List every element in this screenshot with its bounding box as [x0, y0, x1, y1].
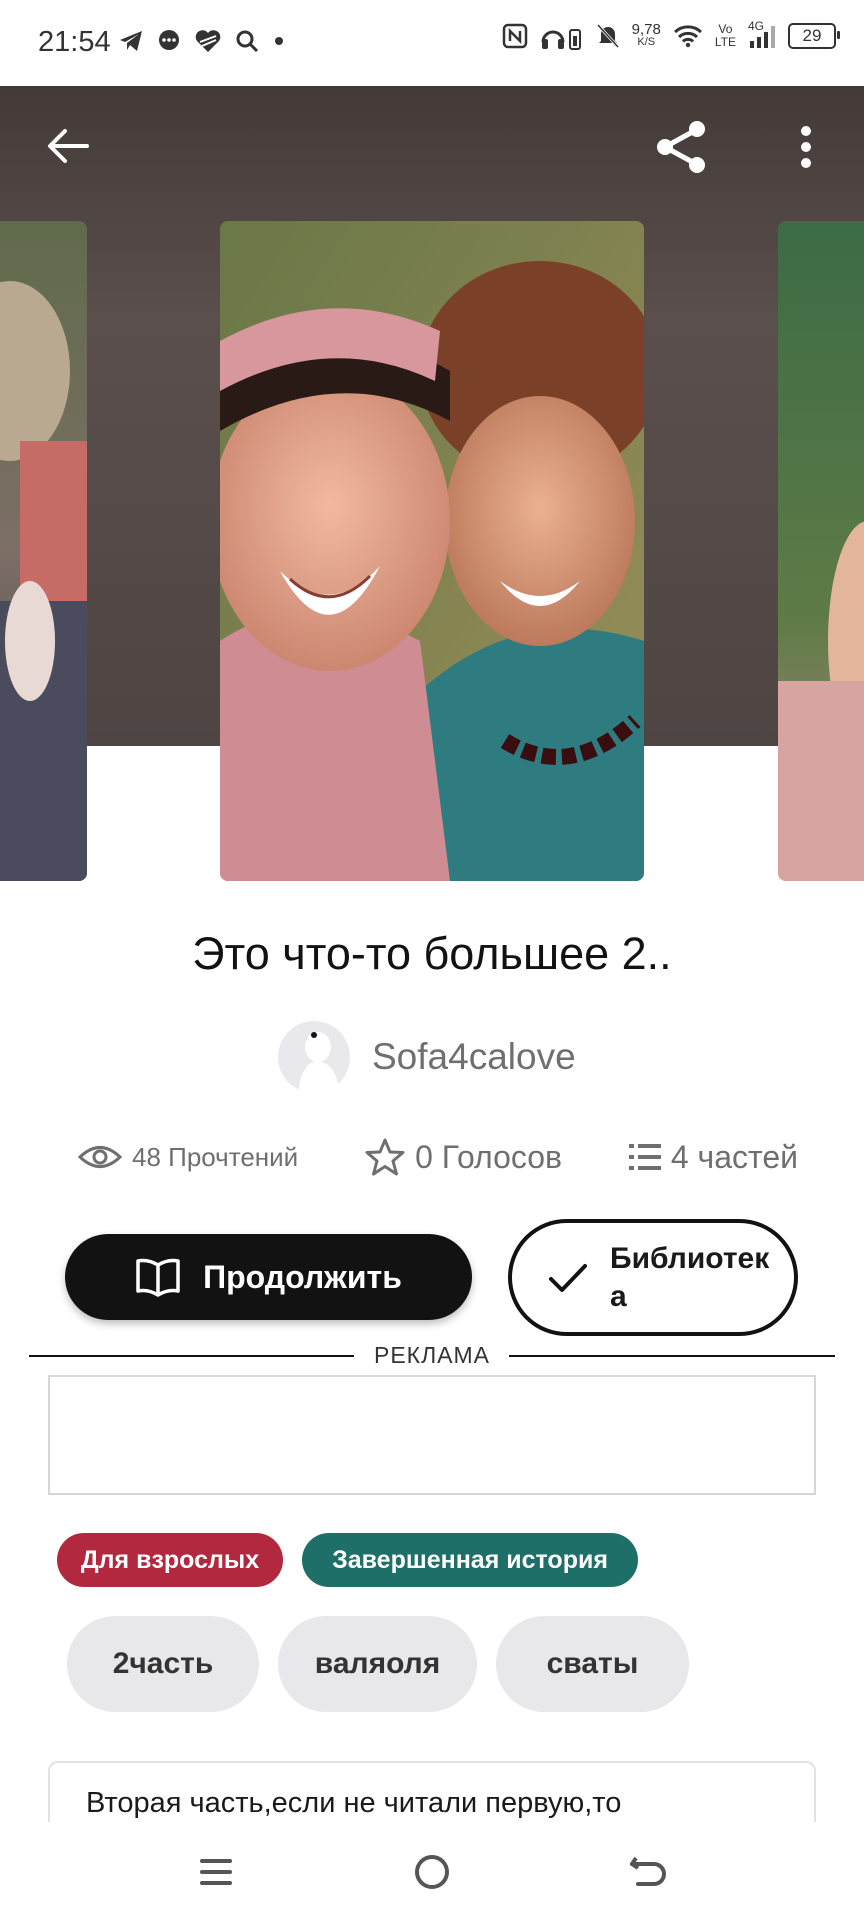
- status-time: 21:54: [38, 26, 111, 58]
- cover-current-image: [220, 221, 644, 881]
- signal-indicator: 4G: [748, 19, 776, 49]
- net-speed-value: 9,78: [631, 21, 661, 38]
- star-icon: [365, 1138, 405, 1176]
- heart-icon: [195, 30, 221, 52]
- tag-chip[interactable]: валяоля: [278, 1616, 477, 1712]
- description-text: Вторая часть,если не читали первую,то: [86, 1787, 622, 1819]
- mature-tag: Для взрослых: [57, 1533, 283, 1587]
- arrow-left-icon: [48, 129, 89, 163]
- back-arrow-icon: [630, 1856, 666, 1886]
- ad-divider-line-right: [509, 1355, 835, 1357]
- telegram-icon: [120, 31, 142, 51]
- cover-previous[interactable]: [0, 221, 87, 881]
- back-button[interactable]: [38, 116, 98, 176]
- author-name[interactable]: Sofa4calove: [372, 1036, 576, 1078]
- parts-count: 4 частей: [670, 1138, 798, 1175]
- nfc-icon: [502, 23, 527, 49]
- status-notification-icons: [118, 28, 286, 54]
- complete-story-tag: Завершенная история: [302, 1533, 638, 1587]
- author-row[interactable]: Sofa4calove: [278, 1021, 576, 1093]
- cover-next-image: [778, 221, 864, 881]
- cover-next[interactable]: [778, 221, 864, 881]
- reads-stat: 48 Прочтений: [78, 1142, 298, 1173]
- search-icon: [236, 30, 259, 53]
- mute-bell-icon: [596, 23, 619, 49]
- ad-banner[interactable]: [48, 1375, 816, 1495]
- recent-apps-button[interactable]: [186, 1842, 246, 1902]
- status-system-icons: 9,78 K/S Vo LTE 4G 29: [502, 19, 840, 50]
- parts-stat: 4 частей: [628, 1138, 798, 1176]
- more-options-button[interactable]: [786, 114, 826, 180]
- votes-count: 0 Голосов: [415, 1138, 563, 1175]
- votes-stat: 0 Голосов: [365, 1137, 562, 1177]
- cover-current[interactable]: [220, 221, 644, 881]
- home-button[interactable]: [402, 1842, 462, 1902]
- story-stats: 48 Прочтений 0 Голосов 4 частей: [78, 1137, 798, 1177]
- wifi-icon: [673, 25, 702, 48]
- eye-icon: [78, 1146, 122, 1168]
- library-button[interactable]: Библиотека: [508, 1219, 798, 1336]
- system-nav-bar: [0, 1822, 864, 1920]
- avatar[interactable]: [278, 1021, 350, 1093]
- menu-icon: [200, 1859, 232, 1885]
- net-speed: 9,78 K/S: [631, 21, 661, 49]
- tag-chip[interactable]: сваты: [496, 1616, 689, 1712]
- volte-bottom: LTE: [714, 35, 736, 49]
- more-vertical-icon: [801, 126, 811, 168]
- home-circle-icon: [415, 1855, 449, 1889]
- signal-icon: [750, 26, 775, 48]
- chat-icon: [159, 30, 179, 50]
- volte-indicator: Vo LTE: [715, 23, 736, 49]
- headphones-icon: [541, 29, 581, 50]
- share-icon: [657, 121, 705, 173]
- ad-divider: РЕКЛАМА: [29, 1342, 835, 1372]
- list-icon: [628, 1144, 661, 1170]
- library-label: Библиотека: [610, 1241, 770, 1313]
- back-nav-button[interactable]: [618, 1842, 678, 1902]
- avatar-silhouette-icon: [298, 1032, 340, 1093]
- continue-reading-button[interactable]: Продолжить: [65, 1234, 472, 1320]
- battery-indicator: 29: [788, 23, 840, 49]
- status-bar: 21:54 9,78 K/S Vo LTE 4G 29: [0, 0, 864, 86]
- continue-reading-label: Продолжить: [203, 1258, 402, 1295]
- share-button[interactable]: [648, 114, 714, 180]
- cover-previous-image: [0, 221, 87, 881]
- story-title: Это что-то большее 2..: [192, 928, 672, 979]
- open-book-icon: [136, 1258, 180, 1297]
- dot-icon: [275, 37, 283, 45]
- tag-chip[interactable]: 2часть: [67, 1616, 259, 1712]
- reads-count: 48 Прочтений: [132, 1141, 299, 1172]
- top-app-bar: [0, 86, 864, 216]
- checkmark-icon: [549, 1263, 587, 1292]
